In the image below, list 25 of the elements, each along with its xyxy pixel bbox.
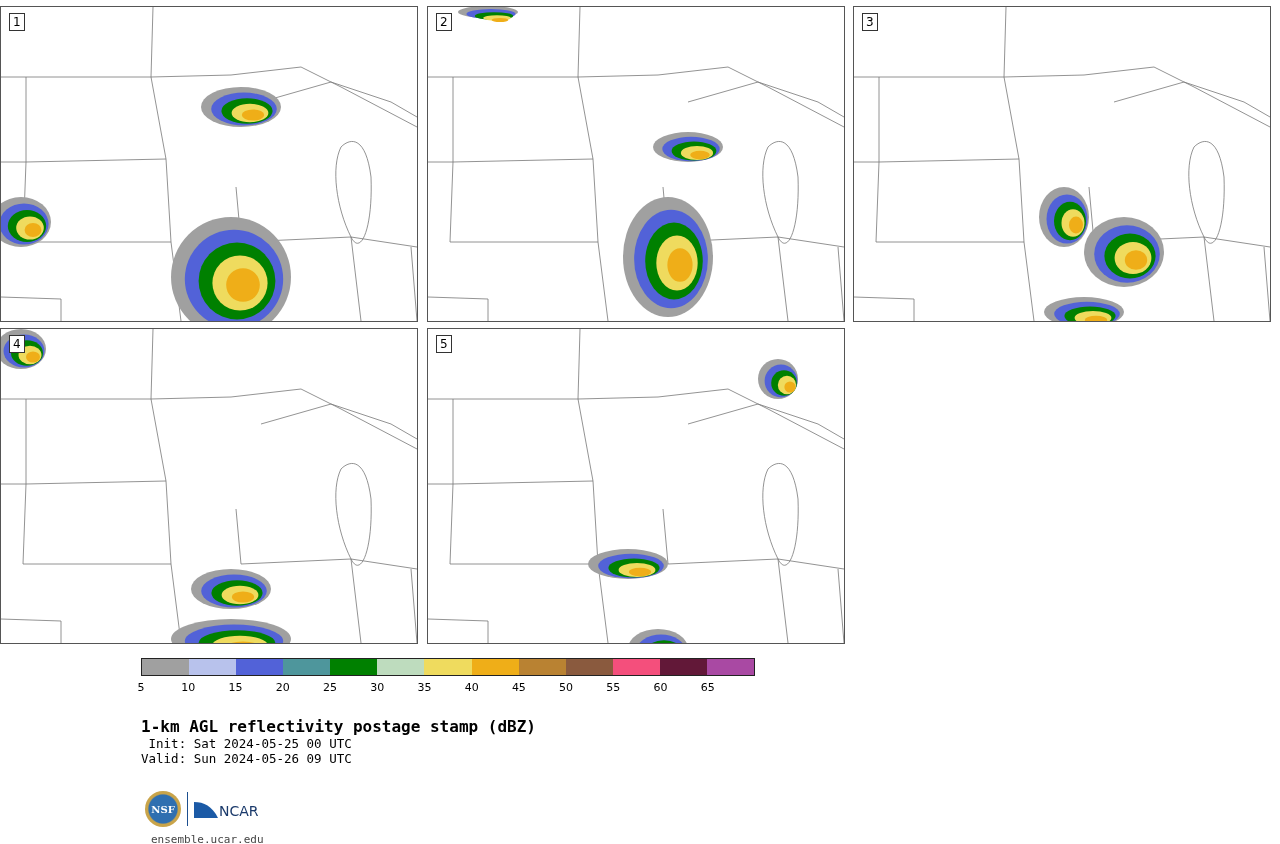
- panel-number: 1: [9, 13, 25, 31]
- panel-number: 3: [862, 13, 878, 31]
- panel-number: 5: [436, 335, 452, 353]
- tick-label: 5: [137, 681, 145, 694]
- panel-number: 2: [436, 13, 452, 31]
- tick-label: 30: [370, 681, 385, 694]
- ncar-logo: NCAR: [219, 804, 259, 818]
- swoosh-icon: [194, 800, 218, 818]
- tick-label: 65: [700, 681, 715, 694]
- plot-title: 1-km AGL reflectivity postage stamp (dBZ): [141, 717, 537, 736]
- tick-label: 55: [606, 681, 621, 694]
- tick-label: 15: [228, 681, 243, 694]
- site-link[interactable]: ensemble.ucar.edu: [151, 833, 1280, 844]
- tick-label: 10: [181, 681, 196, 694]
- panel-number: 4: [9, 335, 25, 353]
- tick-label: 25: [322, 681, 337, 694]
- tick-label: 20: [275, 681, 290, 694]
- init-time: Init: Sat 2024-05-25 00 UTC: [147, 736, 353, 751]
- valid-time: Valid: Sun 2024-05-26 09 UTC: [141, 751, 353, 766]
- tick-label: 50: [559, 681, 574, 694]
- seal-logo: NSF: [145, 791, 181, 827]
- tick-label: 60: [653, 681, 668, 694]
- tick-label: 45: [511, 681, 526, 694]
- tick-label: 40: [464, 681, 479, 694]
- tick-label: 35: [417, 681, 432, 694]
